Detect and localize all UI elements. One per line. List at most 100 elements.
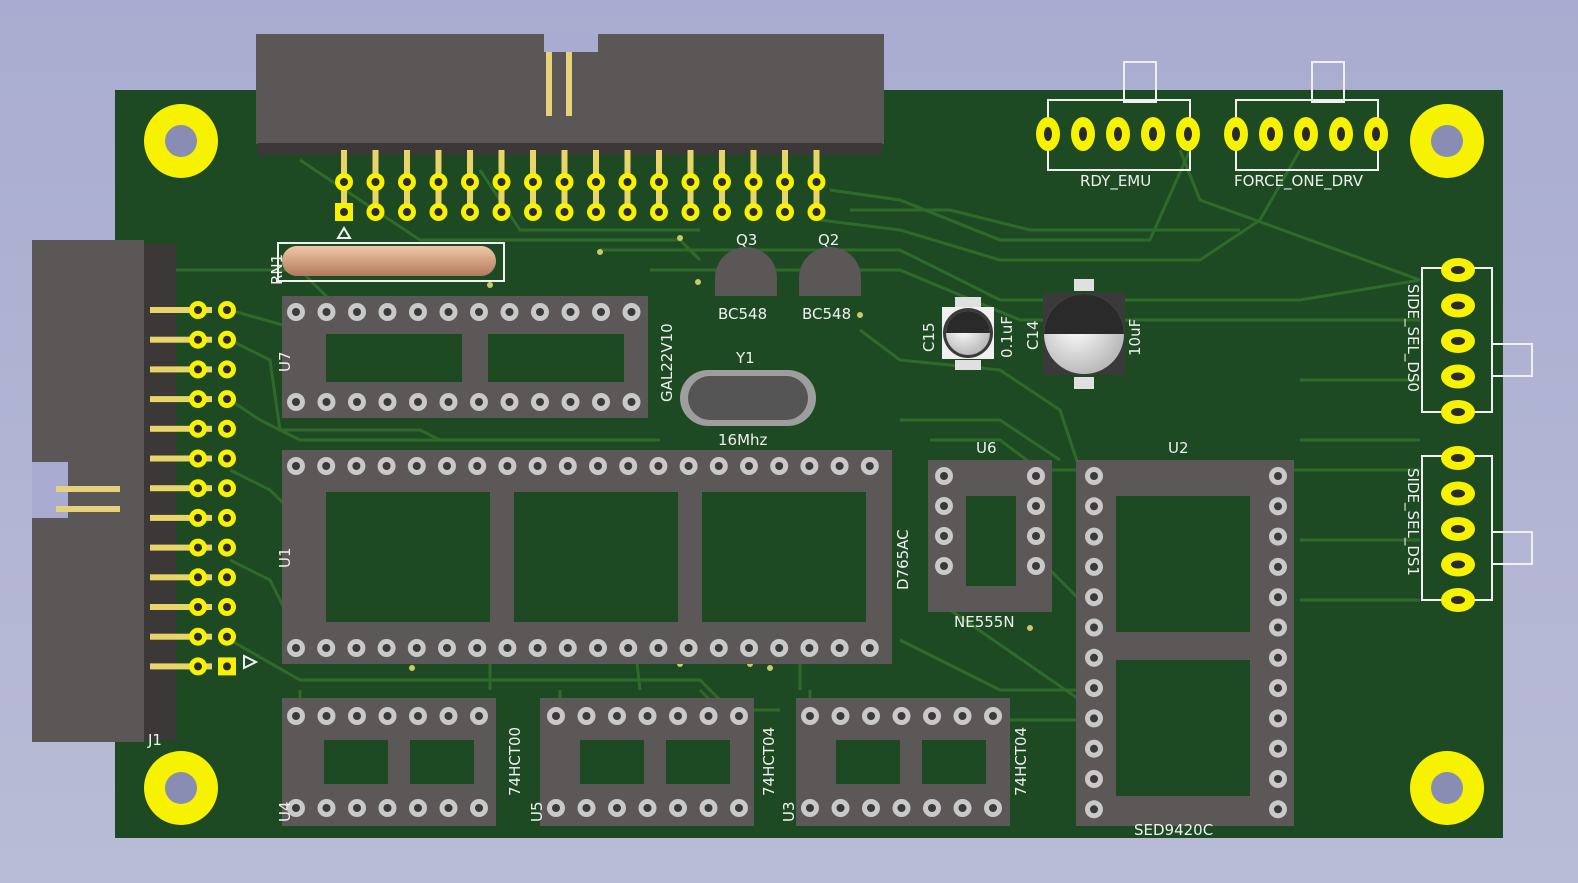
socket-pin-hole	[322, 804, 331, 812]
socket-pin-hole	[989, 712, 997, 720]
socket-pin-hole	[613, 804, 621, 812]
pad-hole	[1302, 127, 1310, 141]
socket-pin-hole	[1090, 775, 1098, 783]
socket-pin-hole	[674, 804, 682, 812]
pad-hole	[194, 513, 202, 522]
pad-hole	[223, 335, 231, 344]
socket-pin-hole	[1274, 775, 1282, 783]
socket-pin-hole	[473, 644, 482, 652]
socket-pin-hole	[322, 462, 331, 470]
pad-hole	[718, 178, 726, 186]
c15-ref-label: C15	[920, 322, 938, 352]
socket-pin-hole	[597, 308, 605, 316]
pad-hole	[1451, 560, 1465, 569]
pad-hole	[223, 513, 231, 522]
socket-pin-hole	[475, 712, 483, 720]
pad-hole	[194, 454, 202, 463]
c14-value-label: 10uF	[1126, 319, 1144, 356]
socket-pin-hole	[958, 712, 967, 720]
side-sel-ds1-label: SIDE_SEL_DS1	[1403, 468, 1422, 576]
u2-ref-label: U2	[1168, 439, 1189, 457]
socket-pin-hole	[444, 804, 453, 812]
socket-pin-hole	[1274, 562, 1282, 571]
pad-hole	[1451, 337, 1465, 345]
socket-pin-hole	[654, 462, 663, 470]
pad-hole	[686, 208, 695, 216]
socket-pin-hole	[704, 804, 713, 812]
socket-pin-hole	[443, 462, 451, 470]
socket-pin-hole	[940, 532, 948, 540]
pad-hole	[686, 178, 695, 186]
socket-pin-hole	[1032, 502, 1040, 510]
socket-pin-hole	[805, 644, 814, 652]
socket-pin-hole	[1032, 562, 1040, 570]
socket-pin-hole	[806, 712, 814, 720]
pad-hole	[223, 543, 231, 552]
socket-pin-hole	[1274, 684, 1282, 693]
socket-pin-hole	[1090, 623, 1098, 632]
socket-u3: U3 74HCT04	[780, 698, 1030, 826]
socket-pin-hole	[292, 308, 300, 316]
q2-ref-label: Q2	[818, 231, 839, 249]
socket-pin-hole	[684, 644, 693, 652]
socket-pin-hole	[1090, 653, 1098, 662]
pad-hole	[749, 178, 758, 186]
pad-hole	[466, 208, 474, 216]
pad-hole	[223, 365, 231, 374]
socket-pin-hole	[704, 712, 713, 720]
3d-viewer-canvas[interactable]: J1 RN1 Q3 BC548 Q2 BC548 C15 0.1uF C14 1…	[0, 0, 1578, 883]
pad-hole	[194, 424, 202, 433]
pad-hole	[1114, 127, 1122, 141]
socket-pin-hole	[414, 804, 422, 812]
socket-pin-hole	[1274, 623, 1282, 632]
mounting-hole-br	[1410, 751, 1484, 825]
pad-hole	[781, 208, 789, 216]
u6-value-label: NE555N	[954, 613, 1015, 631]
socket-pin-hole	[475, 804, 483, 812]
socket-pin-hole	[865, 462, 874, 470]
pad-hole	[1451, 489, 1465, 498]
socket-pin-hole	[1274, 744, 1282, 753]
force-one-drv-label: FORCE_ONE_DRV	[1234, 172, 1364, 191]
u5-value-label: 74HCT04	[760, 727, 778, 796]
socket-pin-hole	[836, 804, 845, 812]
pad-hole	[1451, 454, 1465, 462]
pcb-render[interactable]: J1 RN1 Q3 BC548 Q2 BC548 C15 0.1uF C14 1…	[0, 0, 1578, 883]
pad-hole	[781, 178, 789, 186]
socket-pin-hole	[443, 644, 451, 652]
pad-hole	[1451, 266, 1465, 274]
socket-pin-hole	[292, 398, 300, 406]
socket-pin-hole	[383, 398, 392, 406]
pad-hole	[1372, 127, 1380, 141]
socket-pin-hole	[414, 712, 422, 720]
pad-hole	[1044, 127, 1052, 141]
socket-pin-hole	[552, 804, 560, 812]
u2-value-label: SED9420C	[1134, 821, 1213, 839]
pad-hole	[1267, 127, 1275, 141]
socket-u1: U1 D765AC	[276, 450, 912, 664]
socket-pin-hole	[1090, 684, 1098, 693]
pad-hole	[223, 306, 231, 314]
u4-ref-label: U4	[276, 801, 294, 822]
mounting-hole-bl	[144, 751, 218, 825]
pad-hole	[223, 662, 231, 671]
pad-hole	[1451, 596, 1465, 604]
socket-pin-hole	[292, 644, 300, 652]
socket-pin-hole	[1274, 502, 1282, 511]
socket-pin-hole	[1090, 502, 1098, 511]
pad-hole	[497, 208, 506, 216]
pad-hole	[1149, 127, 1157, 141]
socket-pin-hole	[684, 462, 693, 470]
u7-ref-label: U7	[276, 351, 294, 372]
pad-hole	[340, 178, 348, 186]
pad-hole	[371, 208, 380, 216]
pad-hole	[812, 208, 821, 216]
socket-pin-hole	[503, 462, 512, 470]
socket-pin-hole	[322, 644, 331, 652]
pad-hole	[194, 395, 202, 404]
socket-pin-hole	[292, 712, 300, 720]
socket-pin-hole	[865, 644, 874, 652]
socket-pin-hole	[735, 712, 743, 720]
pad-hole	[655, 178, 663, 186]
pad-hole	[194, 603, 202, 611]
